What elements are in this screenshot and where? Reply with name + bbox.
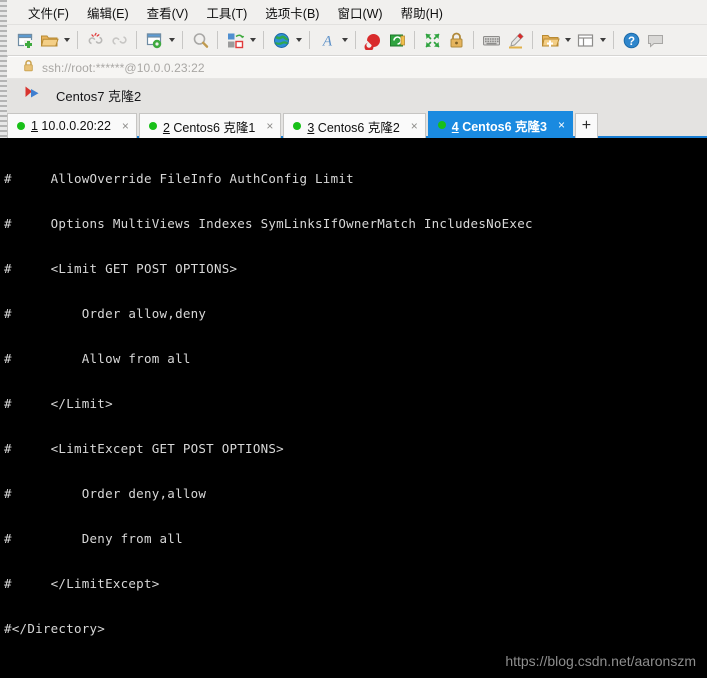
menu-view[interactable]: 查看(V)	[138, 1, 198, 24]
open-folder-icon[interactable]	[37, 27, 61, 53]
toolbar-separator	[182, 31, 183, 49]
watermark: https://blog.csdn.net/aaronszm	[505, 653, 696, 669]
menu-help[interactable]: 帮助(H)	[392, 1, 452, 24]
terminal-line: # </LimitExcept>	[4, 576, 160, 591]
tab-close-icon[interactable]: ×	[409, 119, 420, 133]
terminal-line: # Order deny,allow	[4, 486, 207, 501]
terminal-line: # AllowOverride FileInfo AuthConfig Limi…	[4, 171, 354, 186]
add-folder-dropdown-icon[interactable]	[562, 27, 573, 53]
lock-icon[interactable]	[444, 27, 468, 53]
tab-status-dot-icon	[17, 122, 25, 130]
securecrt-window: 文件(F) 编辑(E) 查看(V) 工具(T) 选项卡(B) 窗口(W) 帮助(…	[0, 0, 707, 678]
layout-dropdown-icon[interactable]	[597, 27, 608, 53]
address-url: ssh://root:******@10.0.0.23:22	[42, 60, 205, 75]
add-folder-icon[interactable]	[538, 27, 562, 53]
address-bar[interactable]: ssh://root:******@10.0.0.23:22	[7, 57, 707, 79]
globe-icon[interactable]	[269, 27, 293, 53]
toolbar-separator	[414, 31, 415, 49]
terminal-line: # <Limit GET POST OPTIONS>	[4, 261, 238, 276]
transfer-dropdown-icon[interactable]	[247, 27, 258, 53]
toolbar-separator	[532, 31, 533, 49]
terminal-line: # Order allow,deny	[4, 306, 207, 321]
tab-status-dot-icon	[437, 121, 446, 129]
font-dropdown-icon[interactable]	[339, 27, 350, 53]
tab-3[interactable]: 3 Centos6 克隆2 ×	[283, 113, 426, 138]
highlighter-icon[interactable]	[503, 27, 527, 53]
log-settings-icon[interactable]	[385, 27, 409, 53]
tab-number: 1	[31, 119, 38, 133]
tab-number: 2	[162, 120, 170, 135]
menu-bar: 文件(F) 编辑(E) 查看(V) 工具(T) 选项卡(B) 窗口(W) 帮助(…	[7, 0, 707, 24]
terminal-line: # Deny from all	[4, 531, 183, 546]
keyboard-icon[interactable]	[479, 27, 503, 53]
tab-close-icon[interactable]: ×	[120, 119, 131, 133]
new-tab-button[interactable]: +	[574, 113, 598, 138]
menu-tabs[interactable]: 选项卡(B)	[256, 1, 328, 24]
transfer-icon[interactable]	[223, 27, 247, 53]
toolbar-separator	[613, 31, 614, 49]
toolbar-separator	[473, 31, 474, 49]
menu-window[interactable]: 窗口(W)	[328, 1, 391, 24]
terminal-line: # </Limit>	[4, 396, 113, 411]
session-bar: Centos7 克隆2	[7, 79, 707, 111]
help-icon[interactable]: ?	[619, 27, 643, 53]
font-icon[interactable]: A	[315, 27, 339, 53]
disconnect-icon[interactable]	[107, 27, 131, 53]
toolbar-separator	[77, 31, 78, 49]
tab-status-dot-icon	[148, 122, 157, 130]
toolbar: A ?	[7, 24, 707, 56]
comment-icon[interactable]	[643, 27, 667, 53]
session-options-dropdown-icon[interactable]	[166, 27, 177, 53]
toolbar-separator	[136, 31, 137, 49]
terminal-view[interactable]: # AllowOverride FileInfo AuthConfig Limi…	[0, 138, 707, 678]
tab-bar: 1 10.0.0.20:22 × 2 Centos6 克隆1 × 3 Cento…	[7, 111, 707, 138]
terminal-line: # Options MultiViews Indexes SymLinksIfO…	[4, 216, 533, 231]
find-icon[interactable]	[188, 27, 212, 53]
tab-title: 10.0.0.20:22	[37, 119, 111, 133]
svg-text:A: A	[321, 33, 332, 49]
globe-dropdown-icon[interactable]	[293, 27, 304, 53]
menu-file[interactable]: 文件(F)	[19, 1, 78, 24]
terminal-line: #</Directory>	[4, 621, 106, 636]
tab-close-icon[interactable]: ×	[264, 119, 275, 133]
terminal-line: # <LimitExcept GET POST OPTIONS>	[4, 441, 284, 456]
tab-title: Centos6 克隆2	[314, 120, 400, 135]
open-folder-dropdown-icon[interactable]	[61, 27, 72, 53]
fullscreen-icon[interactable]	[420, 27, 444, 53]
session-options-icon[interactable]	[142, 27, 166, 53]
toolbar-separator	[355, 31, 356, 49]
lock-icon	[23, 59, 34, 77]
toolbar-separator	[263, 31, 264, 49]
toolbar-separator	[309, 31, 310, 49]
new-session-icon[interactable]	[13, 27, 37, 53]
menu-edit[interactable]: 编辑(E)	[78, 1, 138, 24]
terminal-output: # AllowOverride FileInfo AuthConfig Limi…	[0, 138, 707, 678]
connect-icon[interactable]	[83, 27, 107, 53]
tab-4[interactable]: 4 Centos6 克隆3 ×	[427, 111, 573, 138]
tab-close-icon[interactable]: ×	[556, 118, 567, 132]
toolbar-separator	[217, 31, 218, 49]
layout-icon[interactable]	[573, 27, 597, 53]
tab-status-dot-icon	[293, 122, 302, 130]
menu-tools[interactable]: 工具(T)	[197, 1, 256, 24]
terminal-line: # Allow from all	[4, 351, 191, 366]
tab-title: Centos6 克隆3	[458, 119, 547, 134]
tab-title: Centos6 克隆1	[169, 120, 256, 135]
session-arrow-icon	[24, 85, 42, 106]
tab-1[interactable]: 1 10.0.0.20:22 ×	[7, 113, 137, 138]
svg-text:?: ?	[627, 36, 634, 48]
tab-number: 4	[451, 119, 459, 134]
log-icon[interactable]	[361, 27, 385, 53]
session-title: Centos7 克隆2	[56, 88, 142, 104]
tab-2[interactable]: 2 Centos6 克隆1 ×	[138, 113, 282, 138]
